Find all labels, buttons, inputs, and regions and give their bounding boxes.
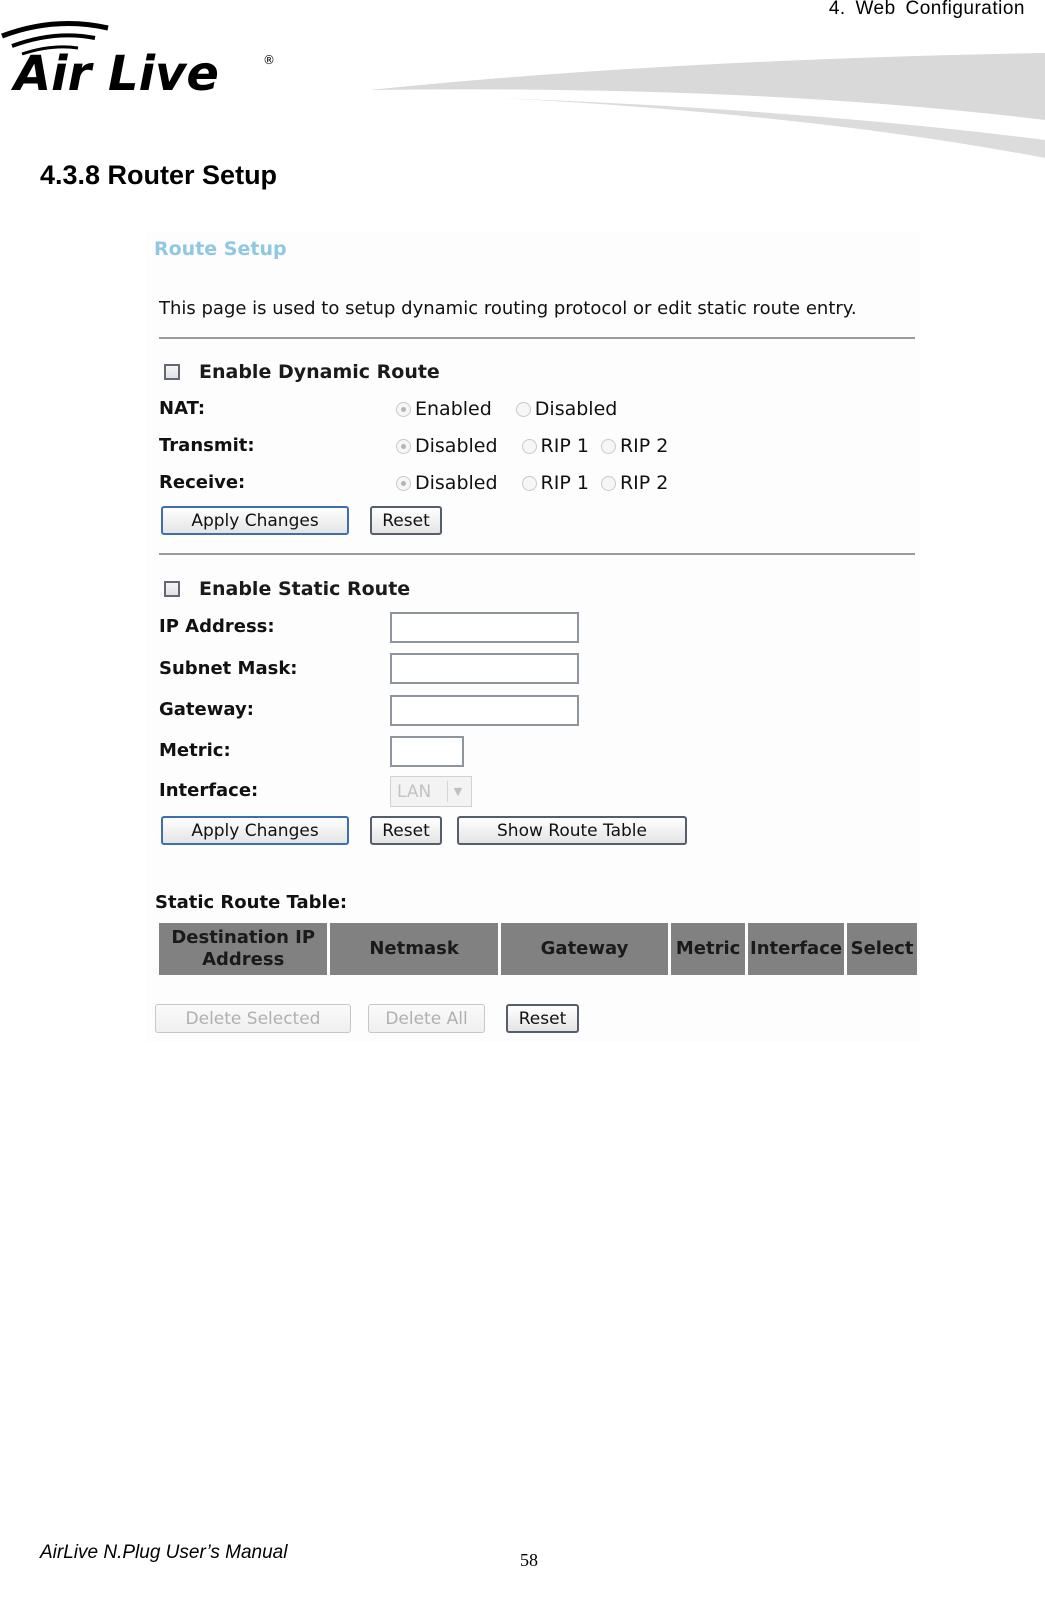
option-label: RIP 1 bbox=[540, 472, 589, 494]
radio-unselected[interactable] bbox=[600, 438, 616, 454]
transmit-rip1-option[interactable]: RIP 1 bbox=[521, 435, 589, 457]
interface-select-value: LAN bbox=[397, 781, 432, 802]
gateway-input[interactable] bbox=[390, 695, 579, 726]
table-reset-button[interactable]: Reset bbox=[506, 1004, 579, 1033]
section-title: 4.3.8 Router Setup bbox=[40, 160, 278, 190]
nat-disabled-option[interactable]: Disabled bbox=[515, 398, 618, 420]
enable-static-route-row[interactable]: Enable Static Route bbox=[164, 578, 410, 600]
radio-unselected[interactable] bbox=[600, 475, 616, 491]
option-label: Disabled bbox=[415, 435, 498, 457]
show-route-table-button[interactable]: Show Route Table bbox=[457, 816, 687, 845]
column-metric: Metric bbox=[671, 923, 746, 975]
radio-selected[interactable] bbox=[396, 401, 411, 417]
ip-address-label: IP Address: bbox=[159, 616, 275, 637]
logo-wordmark: Air Live bbox=[10, 46, 219, 102]
enable-static-route-label: Enable Static Route bbox=[199, 578, 411, 600]
radio-selected[interactable] bbox=[396, 438, 411, 454]
column-select: Select bbox=[847, 923, 917, 975]
receive-radio-group: Disabled RIP 1 RIP 2 bbox=[396, 472, 668, 494]
static-reset-button[interactable]: Reset bbox=[370, 816, 442, 845]
receive-label: Receive: bbox=[159, 472, 246, 493]
receive-rip1-option[interactable]: RIP 1 bbox=[521, 472, 589, 494]
enable-static-route-checkbox[interactable] bbox=[164, 581, 180, 597]
subnet-mask-label: Subnet Mask: bbox=[159, 658, 298, 679]
subnet-mask-input[interactable] bbox=[390, 653, 579, 684]
receive-rip2-option[interactable]: RIP 2 bbox=[600, 472, 669, 494]
route-setup-panel: Route Setup This page is used to setup d… bbox=[146, 232, 920, 1042]
metric-label: Metric: bbox=[159, 740, 231, 761]
divider bbox=[159, 337, 915, 339]
page-title: Route Setup bbox=[154, 238, 287, 260]
chevron-down-icon[interactable]: ▼ bbox=[447, 781, 468, 802]
manual-title-footer: AirLive N.Plug User’s Manual bbox=[40, 1542, 288, 1563]
transmit-disabled-option[interactable]: Disabled bbox=[396, 435, 498, 457]
radio-unselected[interactable] bbox=[521, 475, 537, 491]
nat-radio-group: Enabled Disabled bbox=[396, 398, 617, 420]
option-label: RIP 2 bbox=[619, 435, 669, 457]
delete-selected-button[interactable]: Delete Selected bbox=[155, 1004, 351, 1033]
static-route-table: Destination IP Address Netmask Gateway M… bbox=[156, 923, 920, 975]
ip-address-input[interactable] bbox=[390, 612, 579, 643]
static-apply-changes-button[interactable]: Apply Changes bbox=[161, 816, 349, 845]
header-swoosh-graphic bbox=[370, 53, 1045, 158]
dynamic-reset-button[interactable]: Reset bbox=[370, 506, 442, 535]
column-netmask: Netmask bbox=[330, 923, 498, 975]
column-interface: Interface bbox=[748, 923, 845, 975]
column-gateway: Gateway bbox=[500, 923, 669, 975]
metric-input[interactable] bbox=[390, 736, 464, 767]
transmit-rip2-option[interactable]: RIP 2 bbox=[600, 435, 669, 457]
table-header-row: Destination IP Address Netmask Gateway M… bbox=[159, 923, 917, 975]
chapter-heading: 4. Web Configuration bbox=[828, 0, 1025, 19]
interface-label: Interface: bbox=[159, 780, 259, 801]
enable-dynamic-route-checkbox[interactable] bbox=[164, 364, 180, 380]
delete-all-button[interactable]: Delete All bbox=[368, 1004, 485, 1033]
radio-unselected[interactable] bbox=[515, 401, 531, 417]
divider bbox=[159, 553, 915, 555]
transmit-label: Transmit: bbox=[159, 435, 255, 456]
option-label: Disabled bbox=[534, 398, 618, 420]
column-destination-ip: Destination IP Address bbox=[159, 923, 328, 975]
receive-disabled-option[interactable]: Disabled bbox=[396, 472, 498, 494]
option-label: Disabled bbox=[415, 472, 498, 494]
dynamic-apply-changes-button[interactable]: Apply Changes bbox=[161, 506, 349, 535]
option-label: Enabled bbox=[415, 398, 492, 420]
nat-enabled-option[interactable]: Enabled bbox=[396, 398, 492, 420]
enable-dynamic-route-label: Enable Dynamic Route bbox=[199, 361, 440, 383]
airlive-logo: Air Live ® bbox=[1, 21, 275, 102]
transmit-radio-group: Disabled RIP 1 RIP 2 bbox=[396, 435, 668, 457]
page-number: 58 bbox=[520, 1550, 538, 1570]
radio-selected[interactable] bbox=[396, 475, 411, 491]
radio-unselected[interactable] bbox=[521, 438, 537, 454]
gateway-label: Gateway: bbox=[159, 699, 254, 720]
page-description: This page is used to setup dynamic routi… bbox=[159, 298, 857, 319]
static-route-table-label: Static Route Table: bbox=[155, 892, 348, 913]
option-label: RIP 2 bbox=[619, 472, 669, 494]
nat-label: NAT: bbox=[159, 398, 206, 419]
option-label: RIP 1 bbox=[540, 435, 589, 457]
registered-mark: ® bbox=[263, 53, 275, 67]
enable-dynamic-route-row[interactable]: Enable Dynamic Route bbox=[164, 361, 440, 383]
interface-select[interactable]: LAN ▼ bbox=[390, 776, 472, 807]
